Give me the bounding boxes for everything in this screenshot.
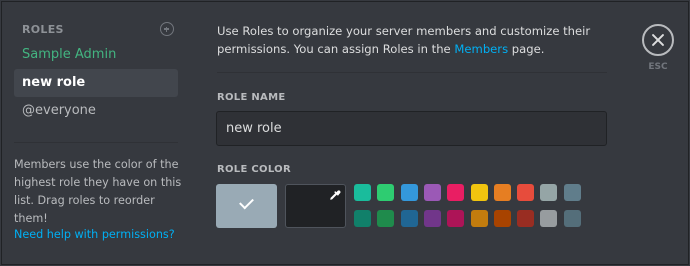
custom-color-swatch[interactable] — [285, 184, 346, 228]
color-swatch[interactable] — [470, 210, 488, 227]
color-swatch[interactable] — [493, 210, 511, 227]
role-item-everyone[interactable]: @everyone — [14, 97, 178, 125]
color-swatch[interactable] — [470, 184, 488, 201]
members-link[interactable]: Members — [454, 42, 508, 56]
esc-label: ESC — [648, 62, 668, 72]
close-button[interactable] — [642, 24, 674, 56]
color-swatch[interactable] — [563, 210, 581, 227]
eyedropper-icon — [330, 190, 341, 200]
color-swatch[interactable] — [423, 210, 441, 227]
color-swatch[interactable] — [517, 210, 535, 227]
role-settings-panel: ROLES Sample Admin new role @everyone Me… — [1, 1, 689, 265]
role-item-sample-admin[interactable]: Sample Admin — [14, 41, 178, 69]
role-name-label: ROLE NAME — [217, 92, 286, 103]
roles-intro-text: Use Roles to organize your server member… — [217, 22, 627, 58]
content-divider — [217, 72, 607, 73]
color-swatch[interactable] — [540, 184, 558, 201]
color-swatch[interactable] — [354, 184, 371, 201]
role-item-new-role[interactable]: new role — [14, 69, 178, 97]
add-role-icon[interactable] — [160, 22, 174, 36]
check-icon — [239, 194, 254, 210]
color-swatch[interactable] — [354, 210, 371, 227]
roles-header: ROLES — [22, 22, 174, 36]
default-color-swatch[interactable] — [216, 184, 277, 228]
role-color-label: ROLE COLOR — [217, 164, 291, 175]
color-swatch[interactable] — [377, 184, 395, 201]
color-swatch[interactable] — [400, 210, 418, 227]
sidebar-divider — [14, 142, 178, 143]
color-swatch[interactable] — [563, 184, 581, 201]
role-name-input[interactable] — [216, 111, 607, 146]
intro-text-end: page. — [508, 42, 545, 56]
color-swatch[interactable] — [493, 184, 511, 201]
color-swatch[interactable] — [447, 184, 465, 201]
color-swatch[interactable] — [540, 210, 558, 227]
color-swatch[interactable] — [423, 184, 441, 201]
roles-title: ROLES — [22, 22, 64, 36]
color-swatch[interactable] — [447, 210, 465, 227]
color-swatch[interactable] — [517, 184, 535, 201]
role-color-helper-text: Members use the color of the highest rol… — [14, 158, 182, 225]
color-swatch[interactable] — [400, 184, 418, 201]
color-swatch[interactable] — [377, 210, 395, 227]
permissions-help-link[interactable]: Need help with permissions? — [14, 228, 175, 241]
